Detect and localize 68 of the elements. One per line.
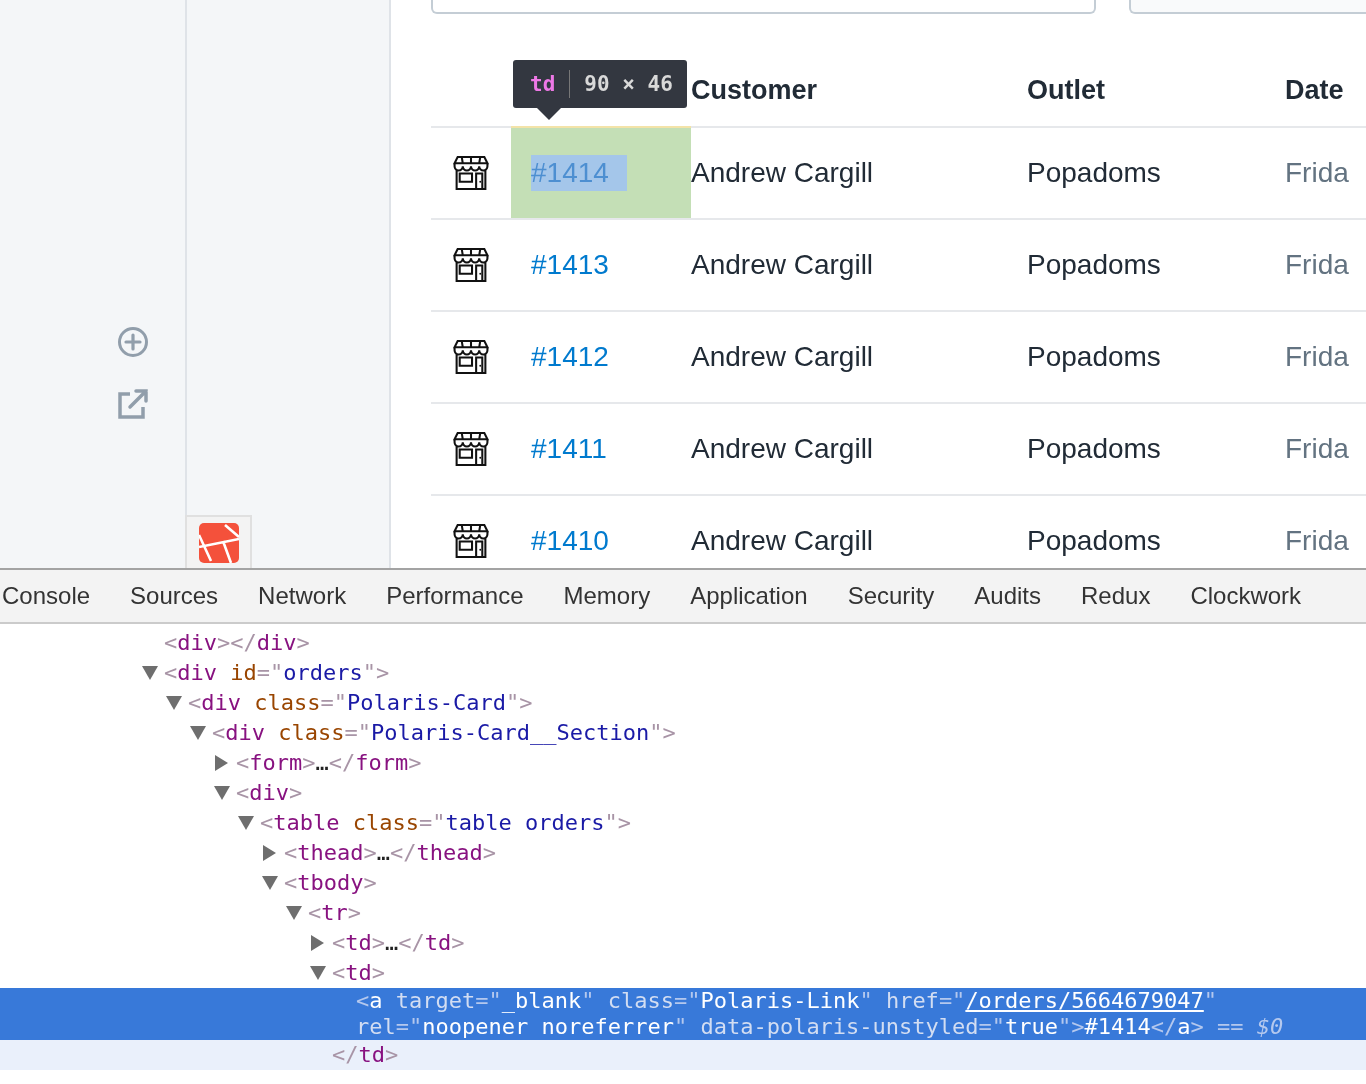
collapse-triangle-icon[interactable] — [166, 696, 182, 710]
table-cell-text: Frida — [1285, 157, 1350, 189]
storefront-icon — [451, 430, 491, 468]
select-field[interactable] — [1129, 0, 1366, 14]
table-cell-text: Popadoms — [1027, 525, 1162, 557]
html-code-line: <tbody> — [284, 869, 377, 897]
devtools-tab[interactable]: Console — [2, 582, 131, 610]
devtools-tab[interactable]: Security — [847, 582, 975, 610]
devtools-tab[interactable]: Memory — [563, 582, 691, 610]
column-header: Customer — [691, 75, 819, 106]
table-cell-text: Frida — [1285, 249, 1350, 281]
devtools-tab[interactable]: Application — [690, 582, 848, 610]
column-header: Date — [1285, 75, 1345, 106]
debugbar-button[interactable] — [185, 515, 252, 568]
storefront-icon — [451, 246, 491, 284]
html-code-line: <div id="orders"> — [164, 659, 390, 687]
selected-node-row[interactable]: <a target="_blank" class="Polaris-Link" href="/orders/5664679047" rel="noopener noreferrer" data-polaris-unstyled="true">#1414</a> == $0 — [0, 988, 1366, 1040]
devtools-tab[interactable]: Redux — [1081, 582, 1191, 610]
laravel-logo-icon — [198, 522, 239, 563]
collapse-triangle-icon[interactable] — [262, 876, 278, 890]
table-cell-text: Frida — [1285, 525, 1350, 557]
search-field[interactable] — [431, 0, 1096, 14]
storefront-icon — [451, 522, 491, 560]
devtools-tab[interactable]: Performance — [386, 582, 564, 610]
order-link[interactable]: #1411 — [531, 433, 607, 465]
html-code-line: <div class="Polaris-Card"> — [188, 689, 533, 717]
devtools-tab[interactable]: Sources — [130, 582, 259, 610]
table-cell-text: Frida — [1285, 433, 1350, 465]
collapse-triangle-icon[interactable] — [214, 786, 230, 800]
collapse-triangle-icon[interactable] — [238, 816, 254, 830]
table-cell-text: Andrew Cargill — [691, 525, 875, 557]
html-code-line: <div> — [236, 779, 303, 807]
order-link[interactable]: #1410 — [531, 525, 609, 557]
html-code-line: <td> — [332, 959, 385, 987]
storefront-icon — [451, 154, 491, 192]
order-link[interactable]: #1413 — [531, 249, 609, 281]
expand-triangle-icon[interactable] — [263, 845, 276, 861]
html-code-line: </td> — [332, 1041, 399, 1069]
devtools-tab[interactable]: Audits — [974, 582, 1082, 610]
html-code-line: <form>…</form> — [236, 749, 422, 777]
collapse-triangle-icon[interactable] — [190, 726, 206, 740]
collapse-triangle-icon[interactable] — [142, 666, 158, 680]
collapse-triangle-icon[interactable] — [286, 906, 302, 920]
table-cell-text: Popadoms — [1027, 341, 1162, 373]
html-code-line: <table class="table orders"> — [260, 809, 631, 837]
devtools-tab[interactable]: Network — [258, 582, 387, 610]
devtools-tab[interactable]: Clockwork — [1190, 582, 1342, 610]
html-code-line: <div class="Polaris-Card__Section"> — [212, 719, 676, 747]
table-cell-text: Andrew Cargill — [691, 341, 875, 373]
table-cell-text: Andrew Cargill — [691, 433, 875, 465]
table-cell-text: Popadoms — [1027, 157, 1162, 189]
table-cell-text: Frida — [1285, 341, 1350, 373]
expand-triangle-icon[interactable] — [215, 755, 228, 771]
table-cell-text: Andrew Cargill — [691, 157, 875, 189]
storefront-icon — [451, 338, 491, 376]
order-link[interactable]: #1412 — [531, 341, 609, 373]
html-code-line: <tr> — [308, 899, 361, 927]
inspect-tooltip: td 90 × 46 — [513, 60, 687, 120]
table-cell-text: Andrew Cargill — [691, 249, 875, 281]
html-code-line: <a target="_blank" class="Polaris-Link" href="/orders/5664679047" rel="noopener noreferrer" data-polaris-unstyled="true">#1414</a> == $0 — [356, 988, 1285, 1040]
hovered-node-row[interactable]: </td> — [0, 1040, 1366, 1070]
expand-triangle-icon[interactable] — [311, 935, 324, 951]
html-code-line: <thead>…</thead> — [284, 839, 496, 867]
table-cell-text: Popadoms — [1027, 249, 1162, 281]
html-code-line: <td>…</td> — [332, 929, 465, 957]
column-header: Outlet — [1027, 75, 1106, 106]
table-cell-text: Popadoms — [1027, 433, 1162, 465]
html-code-line: <div></div> — [164, 629, 310, 657]
